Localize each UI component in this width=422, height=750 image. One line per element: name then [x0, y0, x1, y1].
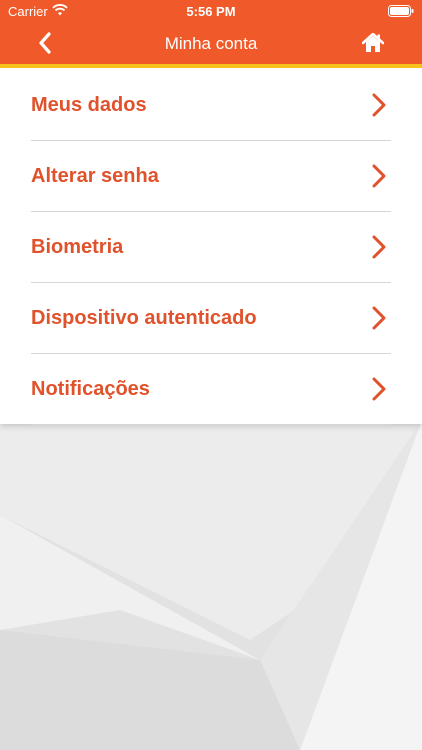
chevron-right-icon: [372, 377, 386, 401]
menu-item-meus-dados[interactable]: Meus dados: [31, 70, 391, 141]
status-time: 5:56 PM: [186, 4, 236, 19]
menu-item-notificacoes[interactable]: Notificações: [31, 354, 391, 425]
menu-item-biometria[interactable]: Biometria: [31, 212, 391, 283]
menu-item-label: Alterar senha: [31, 165, 159, 187]
menu-item-label: Notificações: [31, 378, 150, 400]
home-button[interactable]: [358, 28, 388, 58]
navigation-bar: Minha conta: [0, 22, 422, 64]
header-accent-stripe: [0, 64, 422, 68]
menu-item-dispositivo-autenticado[interactable]: Dispositivo autenticado: [31, 283, 391, 354]
menu-item-alterar-senha[interactable]: Alterar senha: [31, 141, 391, 212]
menu-item-label: Meus dados: [31, 94, 147, 116]
account-menu: Meus dados Alterar senha Biometria Dispo…: [0, 68, 422, 425]
chevron-right-icon: [372, 235, 386, 259]
chevron-right-icon: [372, 164, 386, 188]
menu-item-label: Biometria: [31, 236, 124, 258]
chevron-right-icon: [372, 93, 386, 117]
menu-item-label: Dispositivo autenticado: [31, 307, 257, 329]
chevron-right-icon: [372, 306, 386, 330]
battery-icon: [388, 5, 414, 17]
home-icon: [362, 33, 384, 52]
status-bar: Carrier 5:56 PM: [0, 0, 422, 22]
app-header: Carrier 5:56 PM Minha conta: [0, 0, 422, 64]
